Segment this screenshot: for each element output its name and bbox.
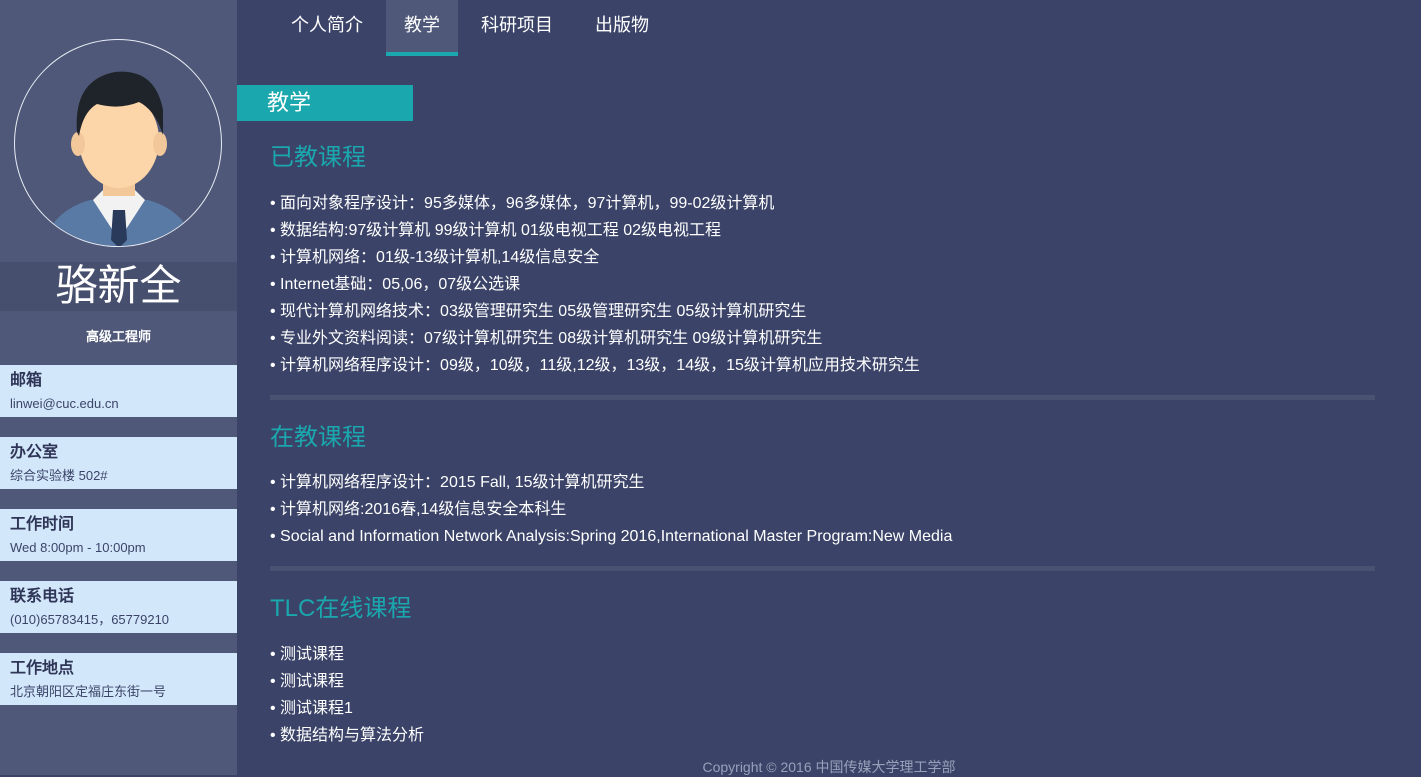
address-value: 北京朝阳区定福庄东街一号 [10, 684, 167, 699]
avatar-illustration [45, 71, 193, 246]
tab-teaching[interactable]: 教学 [386, 0, 458, 56]
list-item[interactable]: 测试课程1 [270, 695, 424, 722]
current-courses-list: 计算机网络程序设计：2015 Fall, 15级计算机研究生 计算机网络:201… [270, 469, 952, 550]
list-item: 计算机网络程序设计：2015 Fall, 15级计算机研究生 [270, 469, 952, 496]
list-item: 计算机网络:2016春,14级信息安全本科生 [270, 496, 952, 523]
office-label: 办公室 [10, 444, 59, 461]
list-item: 数据结构:97级计算机 99级计算机 01级电视工程 02级电视工程 [270, 217, 920, 244]
taught-courses-heading: 已教课程 [270, 144, 366, 171]
online-courses-list: 测试课程 测试课程 测试课程1 数据结构与算法分析 [270, 641, 424, 749]
list-item[interactable]: 测试课程 [270, 668, 424, 695]
list-item[interactable]: 测试课程 [270, 641, 424, 668]
avatar [14, 39, 222, 247]
list-item: 现代计算机网络技术：03级管理研究生 05级管理研究生 05级计算机研究生 [270, 298, 920, 325]
tab-research[interactable]: 科研项目 [467, 0, 567, 52]
tab-profile[interactable]: 个人简介 [277, 0, 377, 52]
list-item: Internet基础：05,06，07级公选课 [270, 271, 920, 298]
hours-value: Wed 8:00pm - 10:00pm [10, 540, 146, 555]
list-item: 计算机网络：01级-13级计算机,14级信息安全 [270, 244, 920, 271]
phone-value: (010)65783415，65779210 [10, 612, 170, 627]
email-value[interactable]: linwei@cuc.edu.cn [10, 394, 227, 414]
address-card: 工作地点 北京朝阳区定福庄东街一号 [0, 653, 237, 705]
section-title: 教学 [237, 85, 413, 121]
section-divider [270, 566, 1375, 571]
top-nav: 个人简介 教学 科研项目 出版物 [237, 0, 1421, 57]
section-divider [270, 395, 1375, 400]
taught-courses-list: 面向对象程序设计：95多媒体，96多媒体，97计算机，99-02级计算机 数据结… [270, 190, 920, 379]
email-card: 邮箱 linwei@cuc.edu.cn [0, 365, 237, 417]
footer-copyright: Copyright © 2016 中国传媒大学理工学部 [702, 759, 956, 775]
phone-label: 联系电话 [10, 588, 75, 605]
online-courses-heading: TLC在线课程 [270, 595, 412, 622]
current-courses-heading: 在教课程 [270, 424, 366, 451]
office-value: 综合实验楼 502# [10, 468, 108, 483]
list-item: Social and Information Network Analysis:… [270, 523, 952, 550]
list-item[interactable]: 数据结构与算法分析 [270, 722, 424, 749]
list-item: 专业外文资料阅读：07级计算机研究生 08级计算机研究生 09级计算机研究生 [270, 325, 920, 352]
list-item: 计算机网络程序设计：09级，10级，11级,12级，13级，14级，15级计算机… [270, 352, 920, 379]
profile-sidebar: 骆新全 高级工程师 邮箱 linwei@cuc.edu.cn 办公室 综合实验楼… [0, 0, 237, 775]
tab-publications[interactable]: 出版物 [579, 0, 665, 52]
phone-card: 联系电话 (010)65783415，65779210 [0, 581, 237, 633]
email-label: 邮箱 [10, 372, 43, 389]
hours-card: 工作时间 Wed 8:00pm - 10:00pm [0, 509, 237, 561]
profile-name: 骆新全 [55, 261, 182, 310]
hours-label: 工作时间 [10, 516, 75, 533]
profile-title: 高级工程师 [85, 329, 151, 344]
office-card: 办公室 综合实验楼 502# [0, 437, 237, 489]
list-item: 面向对象程序设计：95多媒体，96多媒体，97计算机，99-02级计算机 [270, 190, 920, 217]
address-label: 工作地点 [10, 660, 75, 677]
